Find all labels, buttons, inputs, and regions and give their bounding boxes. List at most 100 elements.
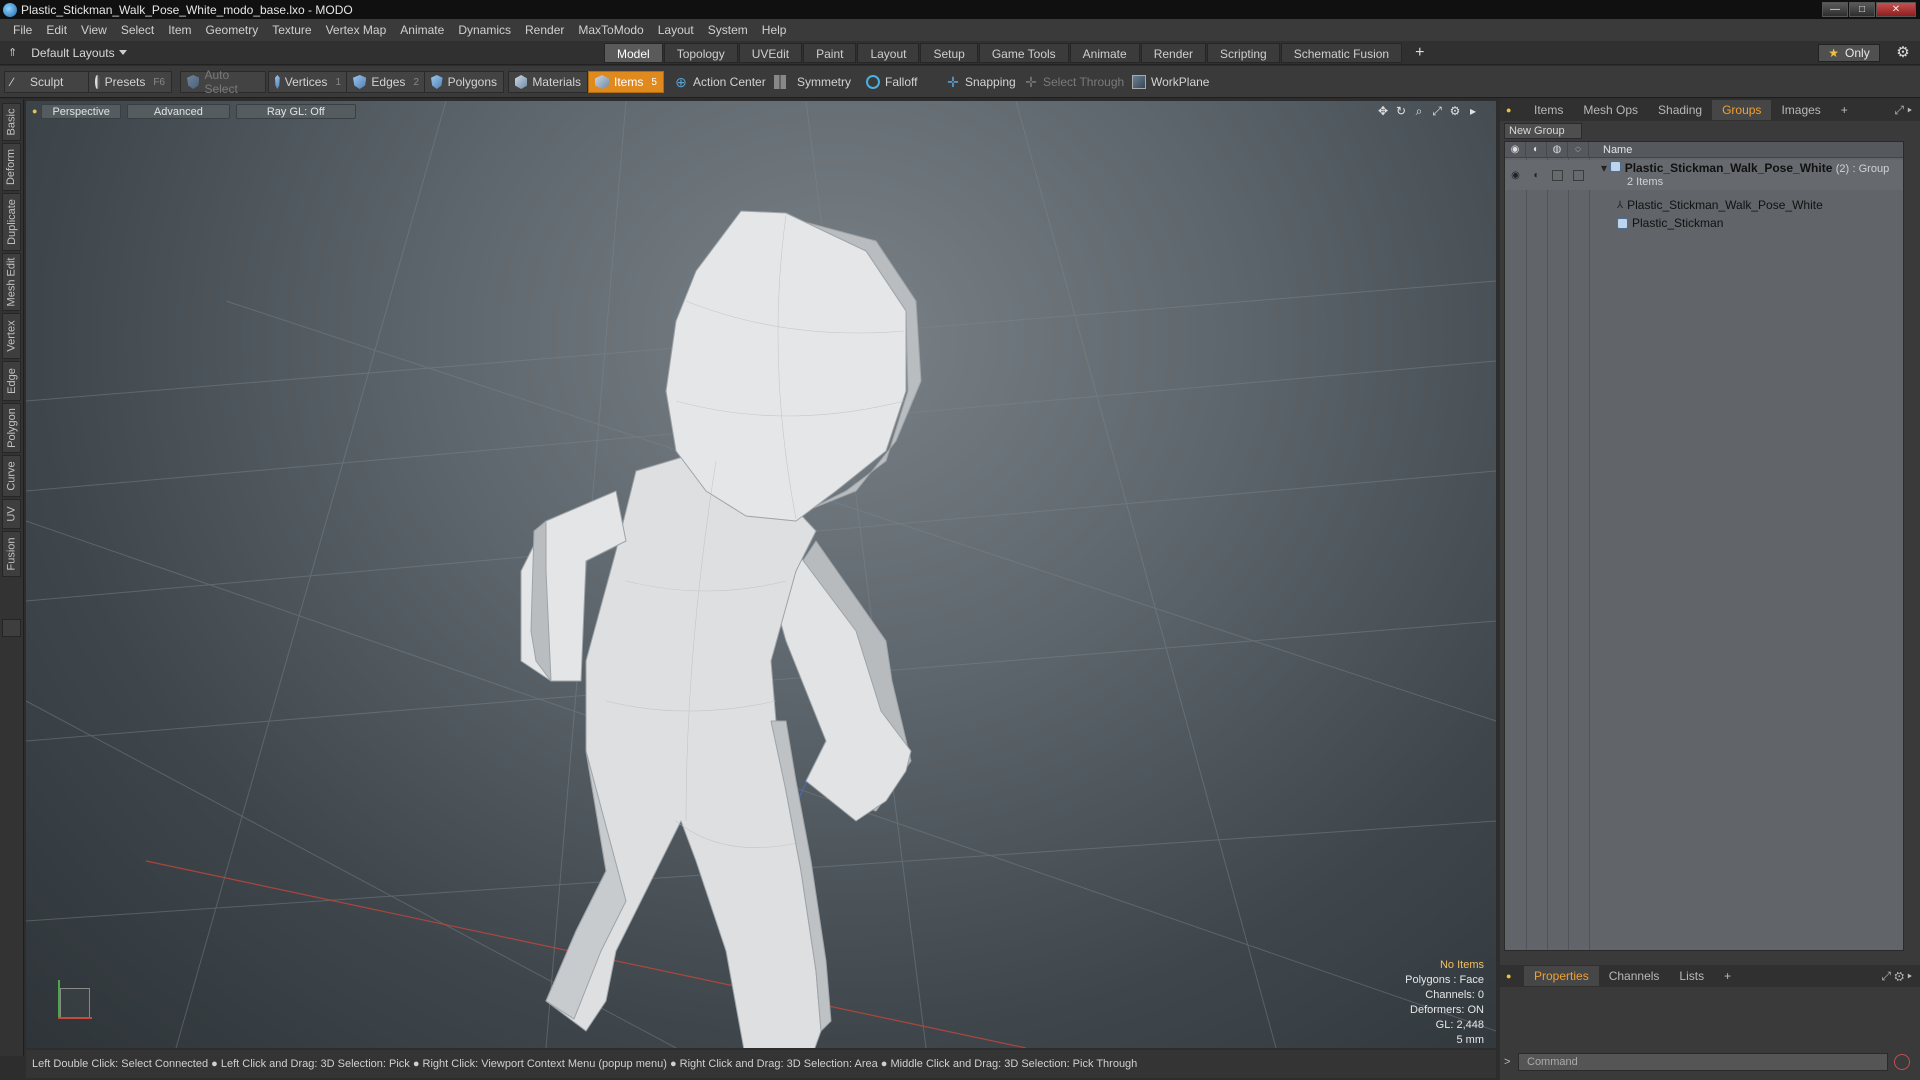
vtab-duplicate[interactable]: Duplicate xyxy=(2,193,21,251)
tab-shading[interactable]: Shading xyxy=(1648,100,1712,120)
menu-help[interactable]: Help xyxy=(755,23,794,37)
lock-icon[interactable]: ◍ xyxy=(1547,141,1568,158)
tab-groups[interactable]: Groups xyxy=(1712,100,1772,120)
tab-properties[interactable]: Properties xyxy=(1524,966,1599,986)
tab-layout[interactable]: Layout xyxy=(857,43,920,63)
new-group-button[interactable]: New Group xyxy=(1504,123,1582,139)
visibility-eye-icon[interactable]: ◉ xyxy=(1505,141,1526,158)
snapping-button[interactable]: ✛ Snapping xyxy=(940,71,1022,93)
tab-items[interactable]: Items xyxy=(1524,100,1573,120)
tab-schematic-fusion[interactable]: Schematic Fusion xyxy=(1280,43,1403,63)
vtab-curve[interactable]: Curve xyxy=(2,455,21,497)
tab-scripting[interactable]: Scripting xyxy=(1207,43,1280,63)
command-input[interactable]: Command xyxy=(1518,1053,1888,1071)
vtab-uv[interactable]: UV xyxy=(2,499,21,529)
workplane-button[interactable]: WorkPlane xyxy=(1126,71,1215,93)
gear-icon[interactable]: ⚙ xyxy=(1894,44,1912,62)
vtab-fusion[interactable]: Fusion xyxy=(2,531,21,577)
stickman-model[interactable] xyxy=(520,210,922,1048)
list-item[interactable]: ⅄ Plastic_Stickman_Walk_Pose_White xyxy=(1505,197,1903,213)
group-select-toggle[interactable] xyxy=(1568,167,1589,183)
menu-select[interactable]: Select xyxy=(114,23,161,37)
menu-file[interactable]: File xyxy=(6,23,39,37)
tab-model[interactable]: Model xyxy=(604,43,663,63)
maximize-button[interactable]: □ xyxy=(1849,1,1875,17)
raygl-button[interactable]: Ray GL: Off xyxy=(235,103,356,119)
group-eye-icon[interactable]: ◉ xyxy=(1505,167,1526,183)
3d-viewport[interactable]: ● Perspective Advanced Ray GL: Off ✥ ↻ ⌕… xyxy=(26,101,1496,1048)
edges-button[interactable]: Edges 2 xyxy=(346,71,426,93)
symmetry-button[interactable]: Symmetry xyxy=(768,71,857,93)
falloff-button[interactable]: Falloff xyxy=(860,71,923,93)
expand-arrow-icon[interactable]: ▸ xyxy=(1464,103,1482,119)
menu-maxtomodo[interactable]: MaxToModo xyxy=(571,23,650,37)
tab-images[interactable]: Images xyxy=(1771,100,1830,120)
vertices-button[interactable]: Vertices 1 xyxy=(268,71,348,93)
properties-options-icon[interactable]: ● xyxy=(1506,971,1524,981)
group-lock-toggle[interactable] xyxy=(1547,167,1568,183)
vtab-edge[interactable]: Edge xyxy=(2,361,21,401)
tab-channels[interactable]: Channels xyxy=(1599,966,1670,986)
tab-mesh-ops[interactable]: Mesh Ops xyxy=(1573,100,1648,120)
tab-render[interactable]: Render xyxy=(1140,43,1207,63)
tab-game-tools[interactable]: Game Tools xyxy=(978,43,1069,63)
menu-vertex-map[interactable]: Vertex Map xyxy=(319,23,394,37)
layout-dropdown[interactable]: Default Layouts xyxy=(31,46,127,60)
tab-uvedit[interactable]: UVEdit xyxy=(738,43,803,63)
items-button[interactable]: Items 5 xyxy=(588,71,664,93)
menu-animate[interactable]: Animate xyxy=(393,23,451,37)
close-button[interactable]: ✕ xyxy=(1876,1,1916,17)
group-expand-icon[interactable]: ▾ xyxy=(1601,161,1607,175)
menu-layout[interactable]: Layout xyxy=(651,23,701,37)
list-item-group[interactable]: ◉ ◐ ▾ Plastic_Stickman_Walk_Pose_White (… xyxy=(1505,160,1903,190)
menu-render[interactable]: Render xyxy=(518,23,571,37)
vtab-deform[interactable]: Deform xyxy=(2,143,21,191)
add-tab-button[interactable]: + xyxy=(1403,43,1436,63)
rotate-icon[interactable]: ↻ xyxy=(1392,103,1410,119)
command-history-button[interactable] xyxy=(1894,1054,1910,1070)
tab-animate[interactable]: Animate xyxy=(1069,43,1140,63)
panel-options-icon[interactable]: ● xyxy=(1506,105,1524,115)
group-render-icon[interactable]: ◐ xyxy=(1526,167,1547,183)
select-through-button[interactable]: ✛ Select Through xyxy=(1018,71,1130,93)
auto-select-button[interactable]: Auto Select xyxy=(180,68,266,96)
menu-edit[interactable]: Edit xyxy=(39,23,74,37)
polygons-button[interactable]: Polygons xyxy=(424,71,504,93)
tab-setup[interactable]: Setup xyxy=(920,43,978,63)
tab-lists[interactable]: Lists xyxy=(1669,966,1714,986)
settings-icon[interactable]: ⚙ xyxy=(1446,103,1464,119)
menu-texture[interactable]: Texture xyxy=(265,23,318,37)
minimize-button[interactable]: — xyxy=(1822,1,1848,17)
zoom-icon[interactable]: ⌕ xyxy=(1410,103,1428,119)
materials-button[interactable]: Materials xyxy=(508,71,588,93)
only-toggle[interactable]: ★ Only xyxy=(1818,44,1880,62)
menu-geometry[interactable]: Geometry xyxy=(199,23,266,37)
select-icon[interactable]: ◌ xyxy=(1568,141,1589,158)
properties-expand-icon[interactable]: ⤢ ⚙ ▸ xyxy=(1881,969,1912,984)
viewport-options-icon[interactable]: ● xyxy=(32,106,37,116)
advanced-button[interactable]: Advanced xyxy=(126,103,230,119)
fit-icon[interactable]: ⤢ xyxy=(1428,103,1446,119)
vtab-polygon[interactable]: Polygon xyxy=(2,403,21,453)
sculpt-button[interactable]: ∕ Sculpt xyxy=(4,71,90,93)
list-item[interactable]: Plastic_Stickman xyxy=(1505,215,1903,231)
menu-dynamics[interactable]: Dynamics xyxy=(451,23,518,37)
toolbox-toggle[interactable] xyxy=(2,619,21,637)
menu-item[interactable]: Item xyxy=(161,23,198,37)
vtab-basic[interactable]: Basic xyxy=(2,103,21,141)
action-center-button[interactable]: ⊕ Action Center xyxy=(668,71,772,93)
add-panel-tab-button[interactable]: + xyxy=(1831,100,1858,120)
layout-arrow-icon[interactable]: ⇑ xyxy=(8,46,17,59)
add-properties-tab-button[interactable]: + xyxy=(1714,966,1741,986)
presets-button[interactable]: Presets F6 xyxy=(88,71,172,93)
vtab-vertex[interactable]: Vertex xyxy=(2,313,21,359)
menu-system[interactable]: System xyxy=(701,23,755,37)
tab-topology[interactable]: Topology xyxy=(663,43,738,63)
perspective-button[interactable]: Perspective xyxy=(41,103,121,119)
pan-icon[interactable]: ✥ xyxy=(1374,103,1392,119)
render-icon[interactable]: ◐ xyxy=(1526,141,1547,158)
menu-view[interactable]: View xyxy=(74,23,114,37)
panel-expand-icon[interactable]: ⤢ ▸ xyxy=(1894,103,1912,118)
vtab-mesh-edit[interactable]: Mesh Edit xyxy=(2,253,21,311)
tab-paint[interactable]: Paint xyxy=(803,43,857,63)
